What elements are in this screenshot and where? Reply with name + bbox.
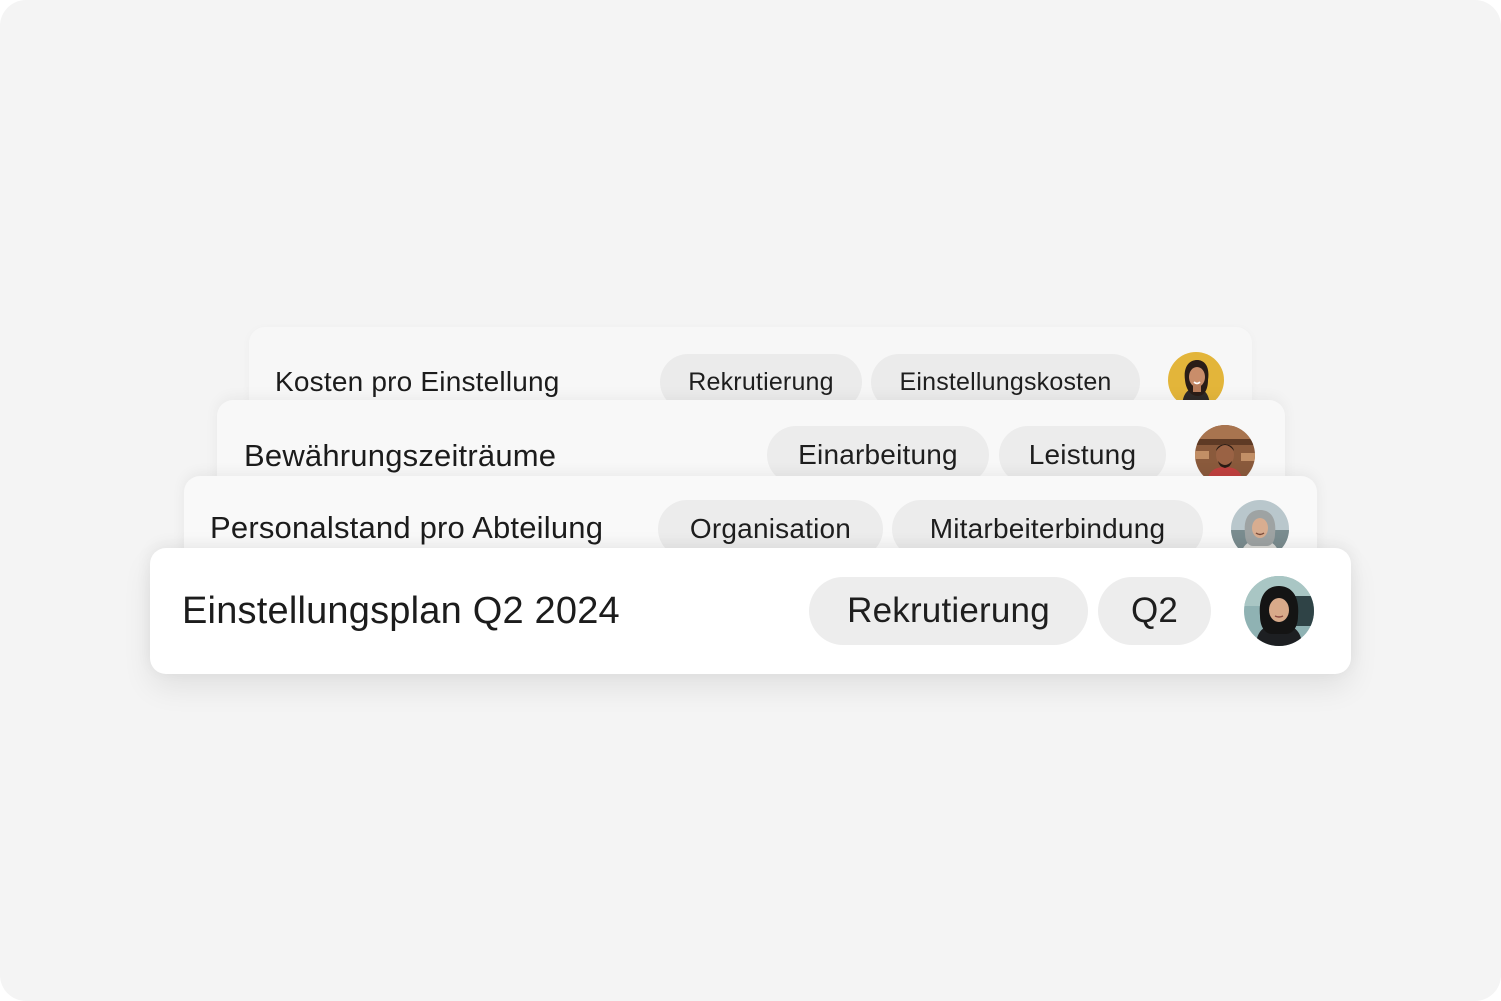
card-title: Einstellungsplan Q2 2024	[182, 590, 620, 632]
card-title: Bewährungszeiträume	[244, 438, 557, 473]
card-title: Kosten pro Einstellung	[275, 366, 560, 397]
tag-chip[interactable]: Q2	[1098, 577, 1211, 645]
canvas-background: Kosten pro Einstellung Rekrutierung Eins…	[0, 0, 1501, 1001]
list-card-hiring-plan-q2-2024[interactable]: Einstellungsplan Q2 2024 Rekrutierung Q2	[150, 548, 1351, 674]
tag-chip[interactable]: Rekrutierung	[809, 577, 1088, 645]
card-title: Personalstand pro Abteilung	[210, 510, 604, 545]
woman-dark-hair-avatar[interactable]	[1244, 576, 1314, 646]
